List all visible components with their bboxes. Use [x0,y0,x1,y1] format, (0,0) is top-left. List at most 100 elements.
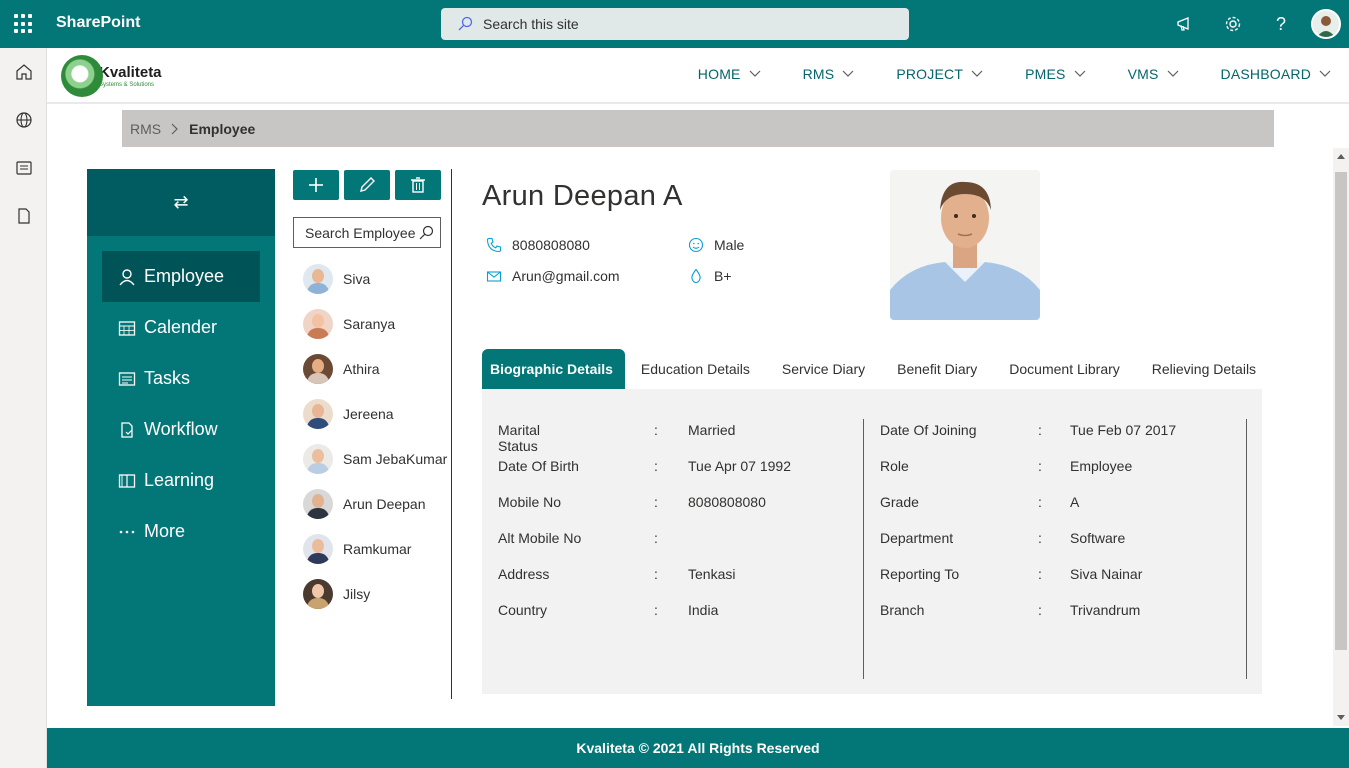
employee-name: Jilsy [343,586,371,602]
employee-list-item[interactable]: Sam JebaKumar [303,444,447,474]
detail-separator: : [654,458,658,474]
tab-benefit-diary[interactable]: Benefit Diary [881,349,993,389]
employee-list-item[interactable]: Jereena [303,399,394,429]
email-value: Arun@gmail.com [512,268,620,284]
tab-service-diary[interactable]: Service Diary [766,349,881,389]
avatar [303,579,333,609]
tab-biographic-details[interactable]: Biographic Details [482,349,625,389]
gear-icon[interactable] [1209,0,1257,48]
employee-name: Sam JebaKumar [343,451,448,467]
nav-vms[interactable]: VMS [1128,66,1179,82]
waffle-icon[interactable] [14,14,34,34]
menu-item-learning[interactable]: Learning [102,455,260,506]
home-icon[interactable] [0,48,47,96]
detail-label: Marital Status [498,422,541,454]
detail-label: Alt Mobile No [498,530,582,546]
employee-list-item[interactable]: Arun Deepan [303,489,426,519]
detail-value: Tue Feb 07 2017 [1070,422,1177,438]
employee-name: Saranya [343,316,396,332]
logo-tagline: Systems & Solutions [99,81,155,88]
delete-icon [411,177,425,193]
detail-value: Siva Nainar [1070,566,1143,582]
add-employee-button[interactable] [293,170,339,200]
detail-separator: : [1038,494,1042,510]
employee-list-item[interactable]: Athira [303,354,380,384]
biographic-details-panel: Marital Status : Married Date Of Birth :… [482,389,1262,694]
menu-item-more[interactable]: More [102,506,260,557]
smiley-icon [688,237,704,253]
help-icon[interactable]: ? [1257,0,1305,48]
delete-employee-button[interactable] [395,170,441,200]
news-icon[interactable] [0,144,47,192]
detail-separator: : [1038,566,1042,582]
breadcrumb-rms[interactable]: RMS [130,121,161,137]
menu-label: Workflow [144,419,218,439]
megaphone-icon[interactable] [1161,0,1209,48]
employee-search-input[interactable]: Search Employee [293,217,441,248]
person-icon [119,268,135,285]
menu-item-employee[interactable]: Employee [102,251,260,302]
edit-employee-button[interactable] [344,170,390,200]
chevron-down-icon [1319,70,1331,77]
blood-group-value: B+ [714,268,732,284]
menu-label: More [144,521,186,541]
scrollbar-thumb[interactable] [1335,172,1347,650]
profile-tabs: Biographic Details Education Details Ser… [482,349,1272,389]
avatar [303,489,333,519]
side-menu: ⇄ Employee Calender Tasks Workflow Learn… [87,169,275,706]
chevron-down-icon [1074,70,1085,77]
detail-value: 8080808080 [688,494,766,510]
menu-toggle-icon[interactable]: ⇄ [87,169,275,236]
detail-label: Mobile No [498,494,562,510]
site-logo[interactable]: Kvaliteta Systems & Solutions [61,54,162,98]
tab-relieving-details[interactable]: Relieving Details [1136,349,1272,389]
detail-value: A [1070,494,1080,510]
menu-label: Calender [144,317,218,337]
detail-label: Date Of Birth [498,458,579,474]
employee-list-item[interactable]: Ramkumar [303,534,411,564]
breadcrumb-current: Employee [189,120,256,137]
employee-list-item[interactable]: Siva [303,264,370,294]
employee-name: Ramkumar [343,541,412,557]
profile-email: Arun@gmail.com [486,268,620,284]
profile-gender: Male [688,237,744,253]
tab-document-library[interactable]: Document Library [993,349,1136,389]
tasks-icon [118,371,136,386]
top-navigation: HOME RMS PROJECT PMES VMS DASHBOARD [656,48,1331,100]
employee-list-item[interactable]: Saranya [303,309,395,339]
column-divider [1246,419,1247,679]
site-search-input[interactable]: Search this site [441,8,909,40]
employee-name: Jereena [343,406,394,422]
file-icon[interactable] [0,192,47,240]
menu-item-workflow[interactable]: Workflow [102,404,260,455]
phone-icon [486,237,502,253]
scroll-down-icon[interactable] [1334,711,1348,725]
app-title[interactable]: SharePoint [56,14,140,32]
detail-separator: : [654,602,658,618]
nav-rms[interactable]: RMS [803,66,855,82]
nav-project[interactable]: PROJECT [896,66,983,82]
gender-value: Male [714,237,745,253]
search-placeholder: Search this site [483,16,579,32]
globe-icon[interactable] [0,96,47,144]
mail-icon [486,271,502,282]
detail-separator: : [1038,602,1042,618]
employee-name-heading: Arun Deepan A [482,180,683,212]
logo-mark-icon [61,55,103,97]
user-avatar[interactable] [1311,9,1341,39]
chevron-down-icon [1167,70,1178,77]
menu-item-tasks[interactable]: Tasks [102,353,260,404]
menu-item-calender[interactable]: Calender [102,302,260,353]
avatar [303,534,333,564]
employee-list-item[interactable]: Jilsy [303,579,370,609]
nav-pmes[interactable]: PMES [1025,66,1085,82]
chevron-down-icon [842,70,854,77]
chevron-down-icon [749,70,761,77]
nav-dashboard[interactable]: DASHBOARD [1221,66,1331,82]
nav-home[interactable]: HOME [698,66,761,82]
avatar [303,264,333,294]
detail-value: Tue Apr 07 1992 [688,458,792,474]
tab-education-details[interactable]: Education Details [625,349,766,389]
suite-bar: SharePoint Search this site ? [0,0,1349,48]
scroll-up-icon[interactable] [1334,149,1348,163]
